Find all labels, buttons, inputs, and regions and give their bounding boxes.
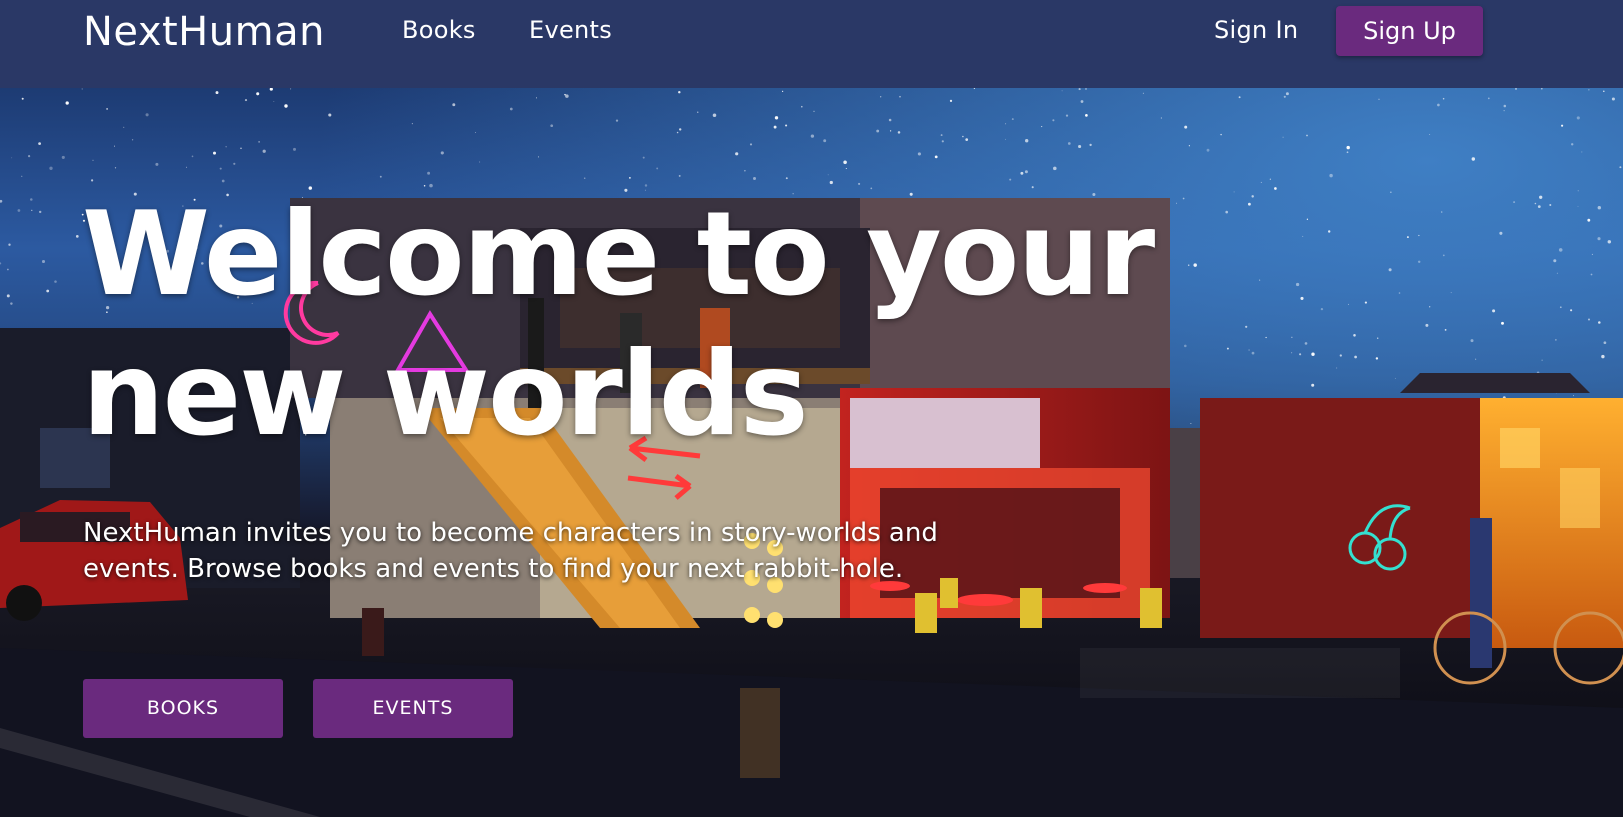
hero-section: Welcome to your new worlds NextHuman inv… bbox=[0, 88, 1623, 817]
hero-description: NextHuman invites you to become characte… bbox=[83, 518, 938, 584]
events-button[interactable]: EVENTS bbox=[313, 679, 513, 738]
brand-logo[interactable]: NextHuman bbox=[83, 8, 325, 56]
nav-link-events[interactable]: Events bbox=[529, 14, 612, 46]
hero-title: Welcome to your new worlds bbox=[82, 187, 1155, 462]
sign-in-link[interactable]: Sign In bbox=[1214, 14, 1298, 46]
books-button[interactable]: BOOKS bbox=[83, 679, 283, 738]
navbar: NextHuman Books Events Sign In Sign Up bbox=[0, 0, 1623, 88]
sign-up-button[interactable]: Sign Up bbox=[1336, 6, 1483, 56]
nav-link-books[interactable]: Books bbox=[402, 14, 476, 46]
